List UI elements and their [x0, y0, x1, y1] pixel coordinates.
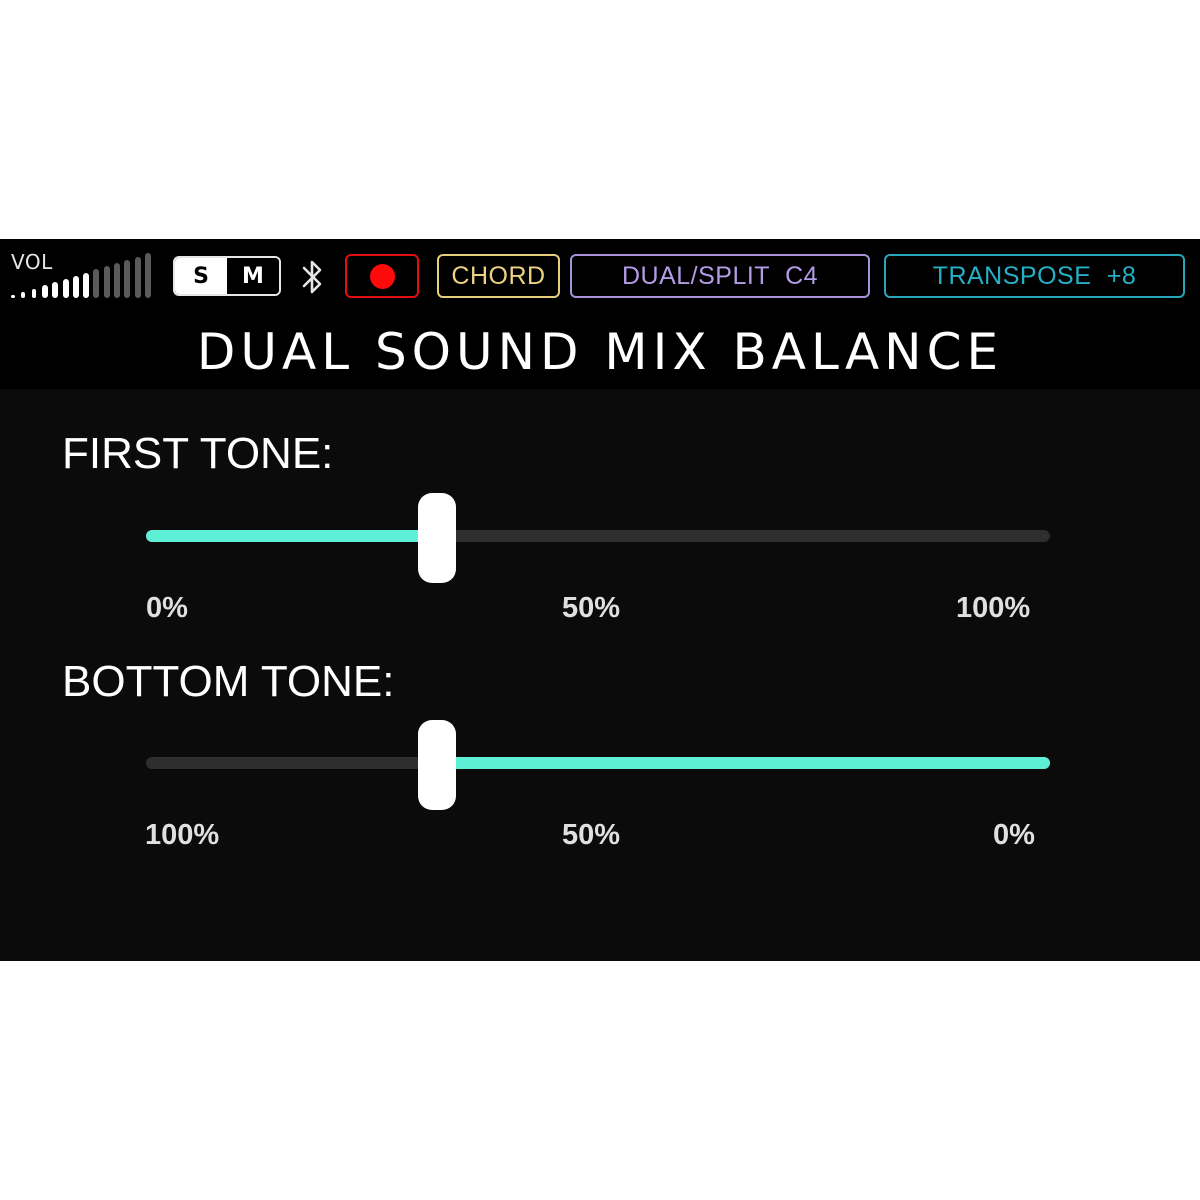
status-bar: VOL S M CHORD DUAL/SPLIT C4 TRANSPOSE +8: [0, 239, 1200, 314]
bottom-tone-fill: [435, 757, 1050, 769]
first-tone-thumb[interactable]: [418, 493, 456, 583]
volume-segment: [11, 295, 15, 298]
record-button[interactable]: [345, 254, 419, 298]
bottom-tone-tick-mid: 50%: [562, 819, 621, 851]
volume-segment: [21, 291, 26, 298]
transpose-button[interactable]: TRANSPOSE +8: [884, 254, 1185, 298]
record-icon: [369, 263, 395, 289]
first-tone-tick-min: 0%: [146, 592, 188, 624]
bottom-tone-thumb[interactable]: [418, 720, 456, 810]
volume-segment: [83, 272, 90, 298]
dual-split-button[interactable]: DUAL/SPLIT C4: [570, 254, 870, 298]
volume-segment: [41, 285, 48, 298]
bluetooth-icon[interactable]: [296, 257, 328, 297]
volume-segment: [62, 279, 69, 298]
solo-button[interactable]: S: [175, 258, 227, 294]
first-tone-slider[interactable]: [146, 486, 1050, 586]
volume-segment: [144, 253, 151, 298]
bottom-tone-label: BOTTOM TONE:: [62, 657, 395, 706]
bottom-tone-tick-right: 0%: [993, 819, 1035, 851]
volume-segment: [72, 275, 79, 298]
bottom-tone-slider[interactable]: [146, 713, 1050, 813]
bottom-tone-tick-left: 100%: [145, 819, 220, 851]
mute-button[interactable]: M: [227, 258, 279, 294]
first-tone-tick-max: 100%: [956, 592, 1031, 624]
volume-segment: [124, 259, 131, 298]
volume-segment: [31, 288, 36, 298]
title-bar: DUAL SOUND MIX BALANCE: [0, 314, 1200, 389]
volume-segment: [114, 263, 120, 298]
keyboard-display-screen: VOL S M CHORD DUAL/SPLIT C4 TRANSPOSE +8…: [0, 239, 1200, 961]
first-tone-fill: [146, 530, 435, 542]
first-tone-label: FIRST TONE:: [62, 429, 334, 478]
solo-mute-toggle[interactable]: S M: [173, 256, 281, 296]
chord-button[interactable]: CHORD: [437, 254, 560, 298]
first-tone-tick-mid: 50%: [562, 592, 621, 624]
page-title: DUAL SOUND MIX BALANCE: [196, 322, 1004, 381]
volume-segment: [103, 266, 110, 298]
volume-segment: [93, 269, 100, 298]
volume-segment: [52, 282, 59, 298]
volume-segment: [134, 256, 141, 298]
volume-meter[interactable]: [0, 239, 160, 314]
